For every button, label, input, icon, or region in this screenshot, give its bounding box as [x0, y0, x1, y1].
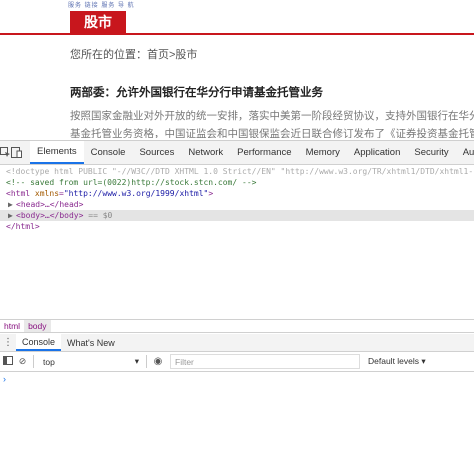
chevron-down-icon: ▾	[134, 356, 139, 366]
drawer-tabbar: ⋮ Console What's New	[0, 334, 474, 352]
article-title[interactable]: 两部委：允许外国银行在华分行申请基金托管业务	[70, 84, 323, 100]
tab-network[interactable]: Network	[181, 141, 230, 164]
devtools-tabbar: Elements Console Sources Network Perform…	[0, 141, 474, 165]
tab-memory[interactable]: Memory	[299, 141, 347, 164]
tab-sources[interactable]: Sources	[132, 141, 181, 164]
eye-icon[interactable]: ◉	[150, 356, 166, 367]
tab-performance[interactable]: Performance	[230, 141, 298, 164]
expand-triangle-icon[interactable]: ▶	[8, 199, 16, 210]
breadcrumb[interactable]: 您所在的位置：首页>股市	[70, 46, 197, 62]
inspect-element-icon[interactable]	[0, 141, 11, 164]
section-tab-stock[interactable]: 股市	[70, 11, 126, 33]
device-toolbar-icon[interactable]	[11, 141, 22, 164]
dom-html-open-line[interactable]: <html xmlns="http://www.w3.org/1999/xhtm…	[0, 188, 474, 199]
tab-application[interactable]: Application	[347, 141, 407, 164]
saved-from-comment: <!-- saved from url=(0022)http://stock.s…	[6, 178, 257, 187]
dom-comment-line[interactable]: <!-- saved from url=(0022)http://stock.s…	[0, 177, 474, 188]
html-open-end: >	[208, 189, 214, 198]
web-page: 服务 链接 服务 导 航 股市 您所在的位置：首页>股市 两部委：允许外国银行在…	[0, 0, 474, 138]
xmlns-value: "http://www.w3.org/1999/xhtml"	[63, 189, 209, 198]
dom-head-node[interactable]: ▶ <head>…</head>	[0, 199, 474, 210]
html-open-tag: <html	[6, 189, 31, 198]
doctype-text: <!doctype html PUBLIC "-//W3C//DTD XHTML…	[6, 167, 474, 176]
xmlns-attribute: xmlns	[34, 189, 60, 198]
html-close-tag: </html>	[6, 222, 40, 231]
dom-breadcrumbs: html body	[0, 319, 474, 333]
tab-audits[interactable]: Audits	[456, 141, 474, 164]
section-divider	[0, 33, 474, 35]
devtools-panel: Elements Console Sources Network Perform…	[0, 140, 474, 453]
dom-doctype-line[interactable]: <!doctype html PUBLIC "-//W3C//DTD XHTML…	[0, 166, 474, 177]
drawer-tab-console[interactable]: Console	[16, 334, 62, 351]
tab-console[interactable]: Console	[84, 141, 133, 164]
article-text-line: 按照国家金融业对外开放的统一安排，落实中美第一阶段经贸协议，支持外国银行在华分行…	[70, 110, 474, 122]
tab-security[interactable]: Security	[407, 141, 455, 164]
breadcrumb-body[interactable]: body	[24, 320, 51, 332]
sidebar-toggle-icon[interactable]	[0, 356, 15, 367]
toolbar-separator	[146, 355, 147, 368]
tab-elements[interactable]: Elements	[30, 141, 84, 164]
toolbar-separator	[33, 355, 34, 368]
context-value: top	[43, 356, 55, 367]
dom-body-node[interactable]: ▶ <body>…</body> == $0	[0, 210, 474, 221]
clear-console-icon[interactable]: ⊘	[15, 356, 30, 367]
dom-html-close-line[interactable]: </html>	[0, 221, 474, 232]
log-levels-select[interactable]: Default levels ▾	[368, 356, 463, 367]
expand-triangle-icon[interactable]: ▶	[8, 210, 16, 221]
drawer-menu-icon[interactable]: ⋮	[0, 334, 16, 351]
console-toolbar: ⊘ top ▾ ◉ Filter Default levels ▾	[0, 352, 474, 372]
article-text-line: 基金托管业务资格，中国证监会和中国银保监会近日联合修订发布了《证券投资基金托管业…	[70, 128, 474, 138]
head-node-text: <head>…</head>	[16, 200, 84, 209]
dom-tree[interactable]: <!doctype html PUBLIC "-//W3C//DTD XHTML…	[0, 165, 474, 325]
drawer-tab-whats-new[interactable]: What's New	[61, 334, 121, 351]
selected-node-marker: == $0	[83, 211, 113, 220]
body-node-text: <body>…</body>	[16, 211, 84, 220]
breadcrumb-html[interactable]: html	[0, 320, 24, 332]
filter-input[interactable]: Filter	[170, 354, 360, 369]
context-select[interactable]: top ▾	[37, 354, 143, 369]
top-links[interactable]: 服务 链接 服务 导 航	[68, 0, 135, 9]
console-prompt[interactable]: ›	[3, 374, 6, 384]
